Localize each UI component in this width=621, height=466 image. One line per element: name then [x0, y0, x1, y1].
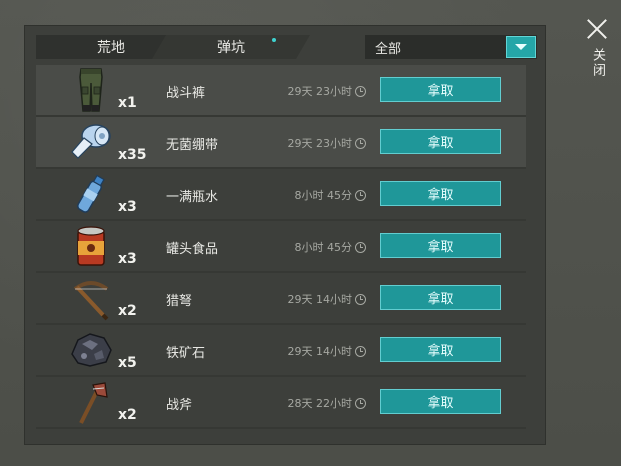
item-name: 一满瓶水: [166, 190, 219, 205]
item-expiry-text: 8小时 45分: [294, 241, 353, 254]
item-expiry: 29天 23小时: [287, 135, 366, 151]
filter-selected-value: 全部: [375, 41, 402, 57]
list-item: x3 罐头食品 8小时 45分 拿取: [36, 221, 526, 273]
close-icon[interactable]: [586, 18, 608, 40]
item-list: x1 战斗裤 29天 23小时 拿取 x35 无菌绷带 29天 23小时 拿取: [36, 65, 526, 430]
item-expiry: 29天 14小时: [287, 343, 366, 359]
item-expiry-text: 29天 23小时: [287, 137, 353, 150]
list-item: x5 铁矿石 29天 14小时 拿取: [36, 325, 526, 377]
battle-axe-icon: [68, 379, 114, 425]
item-name: 战斗裤: [166, 86, 206, 101]
bandage-icon: [68, 119, 114, 165]
crossbow-icon: [68, 275, 114, 321]
item-quantity: x2: [118, 407, 137, 423]
item-expiry-text: 29天 23小时: [287, 85, 353, 98]
item-expiry: 28天 22小时: [287, 395, 366, 411]
item-expiry: 8小时 45分: [294, 239, 366, 255]
item-name: 罐头食品: [166, 242, 219, 257]
water-bottle-icon: [68, 171, 114, 217]
iron-ore-icon: [68, 327, 114, 373]
filter-dropdown[interactable]: 全部: [365, 35, 537, 59]
location-tabs: 荒地 弹坑: [36, 35, 310, 59]
take-button[interactable]: 拿取: [380, 129, 501, 154]
item-expiry-text: 29天 14小时: [287, 293, 353, 306]
clock-icon: [355, 345, 366, 357]
item-expiry: 29天 14小时: [287, 291, 366, 307]
item-quantity: x3: [118, 251, 137, 267]
item-name: 铁矿石: [166, 346, 206, 361]
take-button[interactable]: 拿取: [380, 285, 501, 310]
take-button[interactable]: 拿取: [380, 77, 501, 102]
item-name: 猎弩: [166, 294, 193, 309]
list-item: x2 猎弩 29天 14小时 拿取: [36, 273, 526, 325]
list-item: x2 战斧 28天 22小时 拿取: [36, 377, 526, 429]
clock-icon: [355, 293, 366, 305]
item-expiry-text: 8小时 45分: [294, 189, 353, 202]
item-expiry: 29天 23小时: [287, 83, 366, 99]
combat-pants-icon: [68, 67, 114, 113]
close-label[interactable]: 关闭: [588, 48, 607, 78]
dropdown-toggle-button[interactable]: [506, 36, 536, 58]
item-quantity: x2: [118, 303, 137, 319]
tab-crater-label: 弹坑: [217, 40, 245, 56]
notification-dot: [272, 38, 276, 42]
take-button[interactable]: 拿取: [380, 337, 501, 362]
chevron-down-icon: [515, 44, 527, 50]
item-name: 战斧: [166, 398, 193, 413]
list-item: x35 无菌绷带 29天 23小时 拿取: [36, 117, 526, 169]
item-name: 无菌绷带: [166, 138, 219, 153]
list-item: x3 一满瓶水 8小时 45分 拿取: [36, 169, 526, 221]
item-quantity: x1: [118, 95, 137, 111]
take-button[interactable]: 拿取: [380, 389, 501, 414]
item-quantity: x3: [118, 199, 137, 215]
tab-wasteland-label: 荒地: [97, 40, 125, 56]
clock-icon: [355, 189, 366, 201]
list-item: x1 战斗裤 29天 23小时 拿取: [36, 65, 526, 117]
take-button[interactable]: 拿取: [380, 181, 501, 206]
item-expiry-text: 28天 22小时: [287, 397, 353, 410]
item-quantity: x35: [118, 147, 147, 163]
canned-food-icon: [68, 223, 114, 269]
item-expiry: 8小时 45分: [294, 187, 366, 203]
clock-icon: [355, 241, 366, 253]
clock-icon: [355, 85, 366, 97]
item-quantity: x5: [118, 355, 137, 371]
clock-icon: [355, 137, 366, 149]
clock-icon: [355, 397, 366, 409]
take-button[interactable]: 拿取: [380, 233, 501, 258]
tab-crater[interactable]: 弹坑: [152, 35, 310, 59]
item-expiry-text: 29天 14小时: [287, 345, 353, 358]
